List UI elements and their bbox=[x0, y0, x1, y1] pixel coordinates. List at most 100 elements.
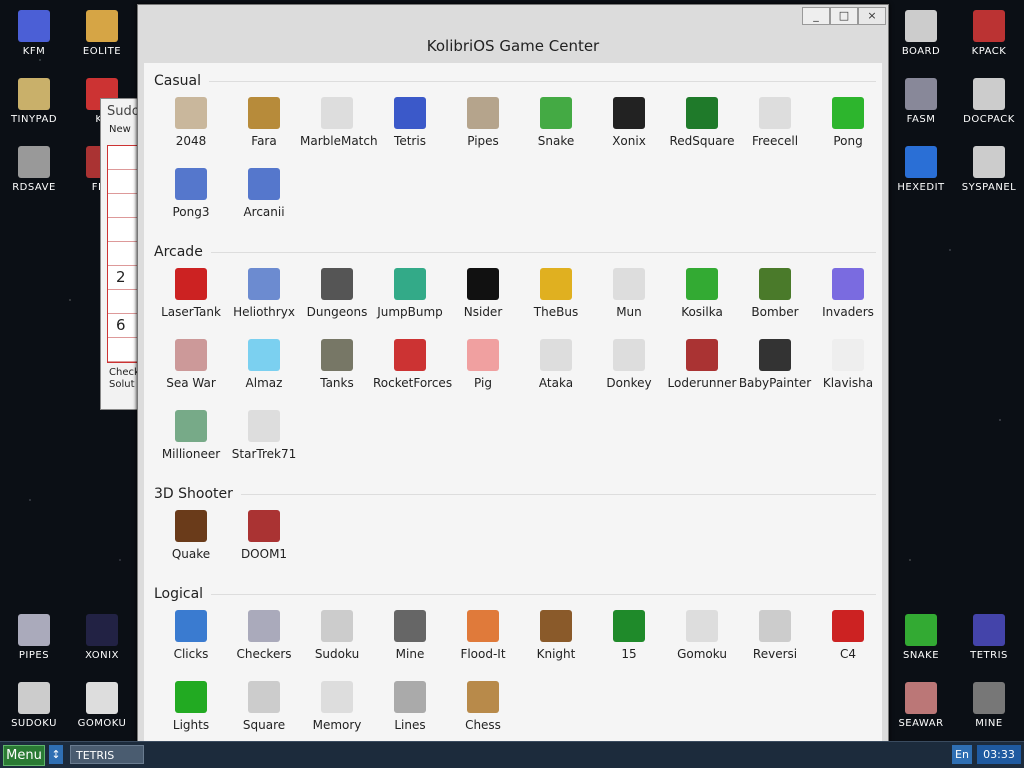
nsider-icon bbox=[467, 268, 499, 300]
game-memory[interactable]: Memory bbox=[300, 681, 374, 732]
game-fara[interactable]: Fara bbox=[227, 97, 301, 148]
desktop-icon-gomoku[interactable]: GOMOKU bbox=[68, 682, 136, 729]
game-ataka[interactable]: Ataka bbox=[519, 339, 593, 390]
game-label: BabyPainter bbox=[738, 376, 812, 390]
game-xonix[interactable]: Xonix bbox=[592, 97, 666, 148]
language-indicator[interactable]: En bbox=[952, 745, 972, 764]
game-label: Snake bbox=[537, 134, 575, 148]
desktop-icon-snake[interactable]: SNAKE bbox=[887, 614, 955, 661]
game-clicks[interactable]: Clicks bbox=[154, 610, 228, 661]
game-2048[interactable]: 2048 bbox=[154, 97, 228, 148]
sudoku-icon bbox=[18, 682, 50, 714]
desktop-icon-label: FASM bbox=[906, 114, 936, 125]
desktop-icon-mine[interactable]: MINE bbox=[955, 682, 1023, 729]
game-heliothryx[interactable]: Heliothryx bbox=[227, 268, 301, 319]
game-invaders[interactable]: Invaders bbox=[811, 268, 885, 319]
desktop-icon-syspanel[interactable]: SYSPANEL bbox=[955, 146, 1023, 193]
desktop-icon-hexedit[interactable]: HEXEDIT bbox=[887, 146, 955, 193]
arcanii-icon bbox=[248, 168, 280, 200]
game-lines[interactable]: Lines bbox=[373, 681, 447, 732]
taskbar-switch-icon[interactable]: ↕ bbox=[49, 745, 63, 764]
fasm-icon bbox=[905, 78, 937, 110]
desktop-icon-sudoku[interactable]: SUDOKU bbox=[0, 682, 68, 729]
game-reversi[interactable]: Reversi bbox=[738, 610, 812, 661]
desktop-icon-rdsave[interactable]: RDSAVE bbox=[0, 146, 68, 193]
game-checkers[interactable]: Checkers bbox=[227, 610, 301, 661]
game-snake[interactable]: Snake bbox=[519, 97, 593, 148]
desktop-icon-docpack[interactable]: DOCPACK bbox=[955, 78, 1023, 125]
game-klavisha[interactable]: Klavisha bbox=[811, 339, 885, 390]
clock[interactable]: 03:33 bbox=[977, 745, 1021, 764]
game-kosilka[interactable]: Kosilka bbox=[665, 268, 739, 319]
desktop-icon-tinypad[interactable]: TINYPAD bbox=[0, 78, 68, 125]
game-15[interactable]: 15 bbox=[592, 610, 666, 661]
game-flood-it[interactable]: Flood-It bbox=[446, 610, 520, 661]
game-jumpbump[interactable]: JumpBump bbox=[373, 268, 447, 319]
game-almaz[interactable]: Almaz bbox=[227, 339, 301, 390]
game-square[interactable]: Square bbox=[227, 681, 301, 732]
game-marblematch[interactable]: MarbleMatch bbox=[300, 97, 378, 148]
game-tanks[interactable]: Tanks bbox=[300, 339, 374, 390]
game-label: Freecell bbox=[751, 134, 799, 148]
game-doom1[interactable]: DOOM1 bbox=[227, 510, 301, 561]
mun-icon bbox=[613, 268, 645, 300]
game-sea-war[interactable]: Sea War bbox=[154, 339, 228, 390]
desktop-icon-seawar[interactable]: SEAWAR bbox=[887, 682, 955, 729]
desktop-icon-xonix[interactable]: XONIX bbox=[68, 614, 136, 661]
memory-icon bbox=[321, 681, 353, 713]
maximize-button[interactable]: □ bbox=[830, 7, 858, 25]
game-tetris[interactable]: Tetris bbox=[373, 97, 447, 148]
game-pipes[interactable]: Pipes bbox=[446, 97, 520, 148]
game-chess[interactable]: Chess bbox=[446, 681, 520, 732]
game-mine[interactable]: Mine bbox=[373, 610, 447, 661]
game-babypainter[interactable]: BabyPainter bbox=[738, 339, 812, 390]
game-millioneer[interactable]: Millioneer bbox=[154, 410, 228, 461]
desktop-icon-pipes[interactable]: PIPES bbox=[0, 614, 68, 661]
desktop-icon-fasm[interactable]: FASM bbox=[887, 78, 955, 125]
section-logical: Logical Clicks Checkers Sudoku Mine Flood-It K… bbox=[154, 586, 876, 732]
section-header: Logical bbox=[154, 586, 876, 602]
desktop-icon-kfm[interactable]: KFM bbox=[0, 10, 68, 57]
desktop-icon-label: XONIX bbox=[85, 650, 119, 661]
game-pig[interactable]: Pig bbox=[446, 339, 520, 390]
window-titlebar[interactable]: _ □ × KolibriOS Game Center bbox=[138, 5, 888, 63]
game-sudoku[interactable]: Sudoku bbox=[300, 610, 374, 661]
game-pong[interactable]: Pong bbox=[811, 97, 885, 148]
game-mun[interactable]: Mun bbox=[592, 268, 666, 319]
desktop-icon-eolite[interactable]: EOLITE bbox=[68, 10, 136, 57]
game-dungeons[interactable]: Dungeons bbox=[300, 268, 374, 319]
close-button[interactable]: × bbox=[858, 7, 886, 25]
sudoku-icon bbox=[321, 610, 353, 642]
game-label: C4 bbox=[839, 647, 856, 661]
menu-button[interactable]: Menu bbox=[3, 745, 45, 766]
xonix-icon bbox=[613, 97, 645, 129]
game-quake[interactable]: Quake bbox=[154, 510, 228, 561]
game-donkey[interactable]: Donkey bbox=[592, 339, 666, 390]
game-label: Kosilka bbox=[681, 305, 723, 319]
game-startrek71[interactable]: StarTrek71 bbox=[227, 410, 301, 461]
game-rocketforces[interactable]: RocketForces bbox=[373, 339, 452, 390]
game-loderunner[interactable]: Loderunner bbox=[665, 339, 739, 390]
game-gomoku[interactable]: Gomoku bbox=[665, 610, 739, 661]
game-thebus[interactable]: TheBus bbox=[519, 268, 593, 319]
game-c4[interactable]: C4 bbox=[811, 610, 885, 661]
game-lights[interactable]: Lights bbox=[154, 681, 228, 732]
desktop-icon-kpack[interactable]: KPACK bbox=[955, 10, 1023, 57]
pipes-icon bbox=[18, 614, 50, 646]
desktop-icon-tetris[interactable]: TETRIS bbox=[955, 614, 1023, 661]
taskbar-item-tetris[interactable]: TETRIS bbox=[70, 745, 144, 764]
game-arcanii[interactable]: Arcanii bbox=[227, 168, 301, 219]
sudoku-check[interactable]: Check bbox=[109, 367, 140, 379]
game-knight[interactable]: Knight bbox=[519, 610, 593, 661]
minimize-button[interactable]: _ bbox=[802, 7, 830, 25]
game-pong3[interactable]: Pong3 bbox=[154, 168, 228, 219]
desktop-icon-board[interactable]: BOARD bbox=[887, 10, 955, 57]
game-nsider[interactable]: Nsider bbox=[446, 268, 520, 319]
game-redsquare[interactable]: RedSquare bbox=[665, 97, 739, 148]
game-freecell[interactable]: Freecell bbox=[738, 97, 812, 148]
game-lasertank[interactable]: LaserTank bbox=[154, 268, 228, 319]
game-label: MarbleMatch bbox=[300, 134, 378, 148]
sudoku-solution[interactable]: Solut bbox=[109, 379, 140, 391]
millioneer-icon bbox=[175, 410, 207, 442]
game-bomber[interactable]: Bomber bbox=[738, 268, 812, 319]
